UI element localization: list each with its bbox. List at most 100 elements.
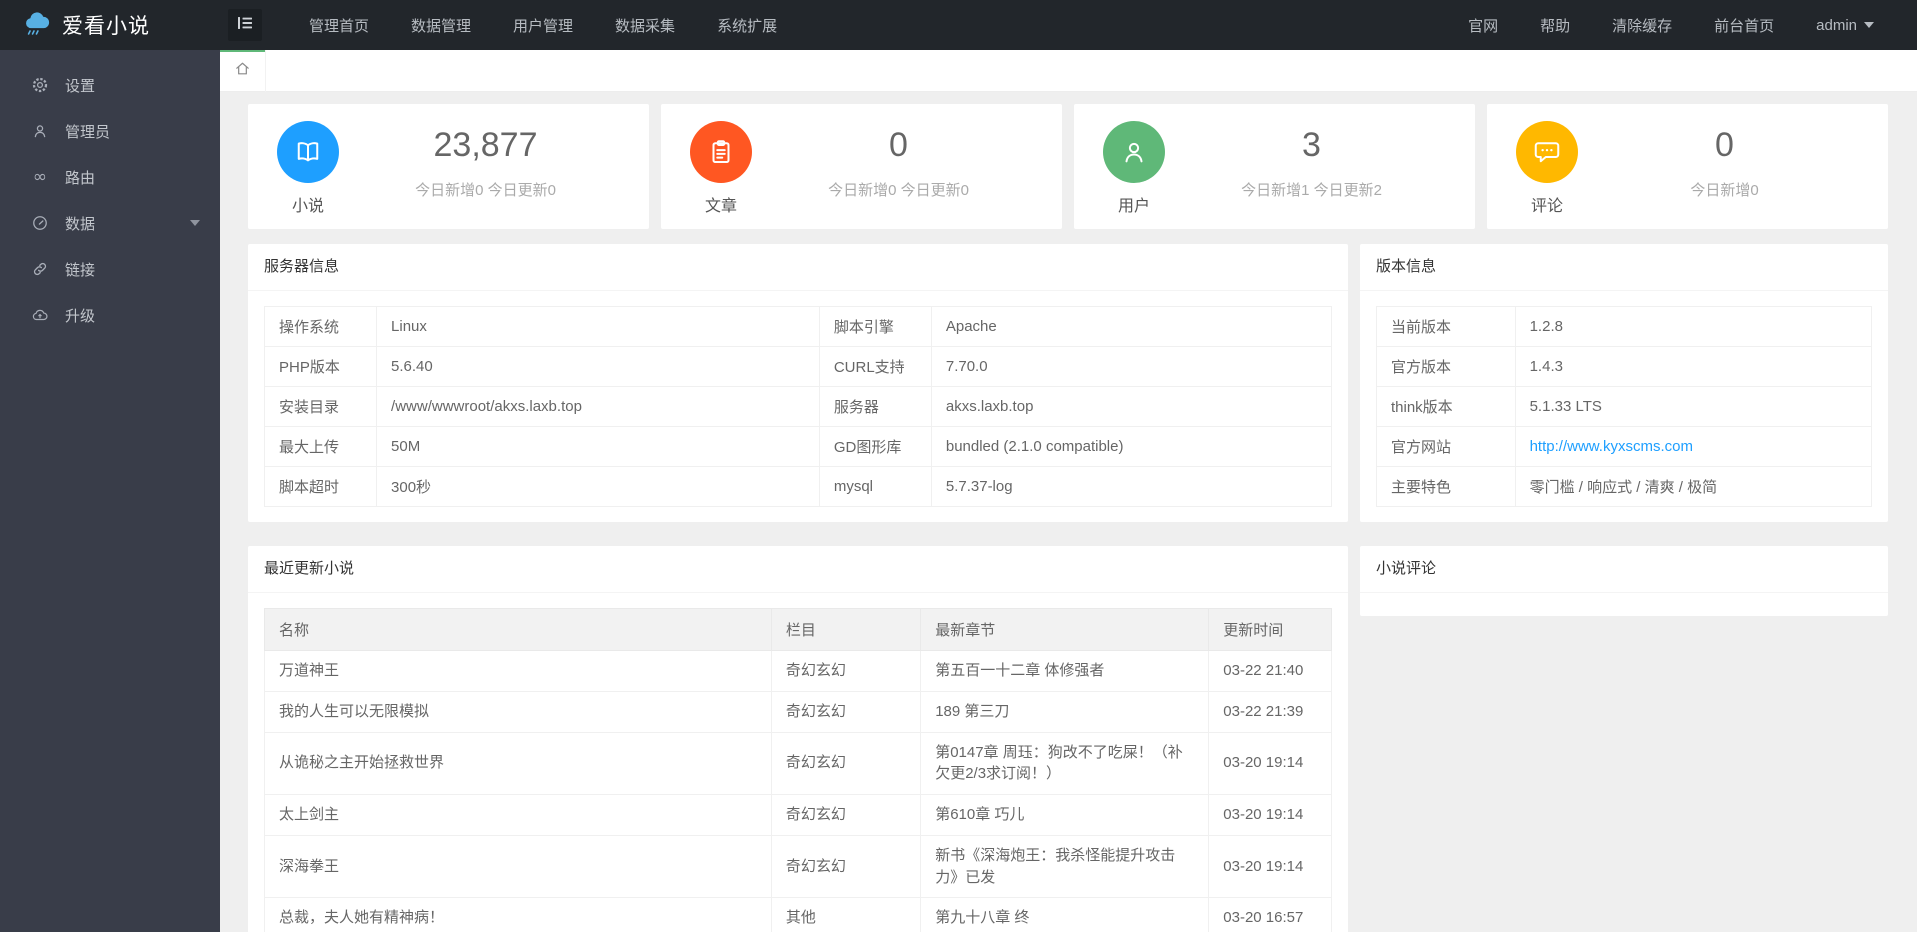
table-row: PHP版本 5.6.40 CURL支持 7.70.0 [263, 346, 1333, 387]
novel-update-time: 03-20 19:14 [1208, 731, 1332, 795]
nav-item-data-manage[interactable]: 数据管理 [390, 0, 492, 50]
info-label: 最大上传 [263, 426, 378, 467]
caret-down-icon [190, 220, 200, 226]
nav-item-official-site[interactable]: 官网 [1447, 0, 1519, 50]
sidebar-collapse-button[interactable] [228, 9, 262, 41]
user-dropdown[interactable]: admin [1795, 0, 1895, 50]
stat-card-users[interactable]: 用户 3 今日新增1 今日更新2 [1074, 104, 1475, 229]
nav-item-collect[interactable]: 数据采集 [594, 0, 696, 50]
sidebar-item-settings[interactable]: 设置 [0, 62, 220, 108]
novel-category: 奇幻玄幻 [770, 731, 922, 795]
novel-update-time: 03-22 21:39 [1208, 690, 1332, 733]
main-menu: 管理首页 数据管理 用户管理 数据采集 系统扩展 [288, 0, 798, 50]
right-column: 版本信息 当前版本 1.2.8 官方版本 1.4.3 think版本 5.1.3… [1360, 244, 1888, 640]
novel-update-time: 03-22 21:40 [1208, 650, 1332, 692]
nav-item-clear-cache[interactable]: 清除缓存 [1591, 0, 1693, 50]
novel-latest-chapter: 189 第三刀 [920, 690, 1210, 733]
book-icon [277, 121, 339, 183]
info-label: GD图形库 [818, 426, 932, 467]
sidebar-item-label: 管理员 [65, 123, 111, 141]
stat-card-right: 0 今日新增0 今日更新0 [757, 121, 1040, 219]
info-value: 1.2.8 [1514, 306, 1873, 347]
clipboard-icon [690, 121, 752, 183]
novel-name: 万道神王 [264, 650, 772, 692]
version-info-panel: 版本信息 当前版本 1.2.8 官方版本 1.4.3 think版本 5.1.3… [1360, 244, 1888, 522]
novel-name: 我的人生可以无限模拟 [264, 690, 772, 733]
sidebar-item-routes[interactable]: ∞ 路由 [0, 154, 220, 200]
recent-novels-panel: 最近更新小说 名称 栏目 最新章节 更新时间 万道神王 奇幻玄幻 第五百一十二章… [248, 546, 1348, 932]
table-row[interactable]: 深海拳王 奇幻玄幻 新书《深海炮王：我杀怪能提升攻击力》已发 03-20 19:… [264, 834, 1332, 899]
stat-card-label: 文章 [704, 198, 737, 215]
info-value: 300秒 [376, 466, 820, 507]
table-header-row: 名称 栏目 最新章节 更新时间 [264, 608, 1332, 651]
table-row: 安装目录 /www/wwwroot/akxs.laxb.top 服务器 akxs… [263, 386, 1333, 427]
brand[interactable]: 爱看小说 [0, 0, 220, 50]
novel-category: 奇幻玄幻 [770, 650, 922, 692]
column-header: 最新章节 [920, 608, 1210, 651]
info-label: 官方版本 [1376, 346, 1516, 387]
info-value: 50M [376, 426, 820, 467]
server-info-table: 操作系统 Linux 脚本引擎 Apache PHP版本 5.6.40 CURL… [263, 306, 1333, 507]
stat-card-value: 3 [1302, 126, 1321, 164]
main-area: 小说 23,877 今日新增0 今日更新0 文章 0 今日新增0 今日更新0 用… [220, 50, 1917, 932]
sidebar: 设置 管理员 ∞ 路由 数据 链接 升级 [0, 50, 220, 932]
official-website-link[interactable]: http://www.kyxscms.com [1530, 438, 1693, 455]
table-row[interactable]: 太上剑主 奇幻玄幻 第610章 巧儿 03-20 19:14 [264, 794, 1332, 836]
info-value: akxs.laxb.top [930, 386, 1333, 427]
table-row: 最大上传 50M GD图形库 bundled (2.1.0 compatible… [263, 426, 1333, 467]
info-value: http://www.kyxscms.com [1514, 426, 1873, 467]
stat-card-comments[interactable]: 评论 0 今日新增0 [1487, 104, 1888, 229]
table-row[interactable]: 万道神王 奇幻玄幻 第五百一十二章 体修强者 03-22 21:40 [264, 650, 1332, 692]
person-icon [1103, 121, 1165, 183]
admin-app: 爱看小说 管理首页 数据管理 用户管理 数据采集 系统扩展 官网 帮助 清除缓存 [0, 0, 1917, 932]
brand-title: 爱看小说 [62, 15, 150, 38]
info-label: PHP版本 [263, 346, 378, 387]
info-label: 当前版本 [1376, 306, 1516, 347]
table-row: 官方版本 1.4.3 [1376, 346, 1873, 387]
novel-category: 奇幻玄幻 [770, 834, 922, 899]
stat-card-articles[interactable]: 文章 0 今日新增0 今日更新0 [661, 104, 1062, 229]
tab-home[interactable] [220, 50, 266, 92]
novel-category: 其他 [770, 897, 922, 932]
novel-category: 奇幻玄幻 [770, 794, 922, 836]
column-header: 名称 [264, 608, 772, 651]
info-value: Apache [930, 306, 1333, 347]
stat-card-label: 评论 [1530, 198, 1563, 215]
table-row: 脚本超时 300秒 mysql 5.7.37-log [263, 466, 1333, 507]
sidebar-item-links[interactable]: 链接 [0, 246, 220, 292]
info-label: 安装目录 [263, 386, 378, 427]
nav-item-frontend-home[interactable]: 前台首页 [1693, 0, 1795, 50]
link-chain-icon [30, 259, 50, 279]
cloud-logo-icon [22, 8, 52, 43]
nav-item-extend[interactable]: 系统扩展 [696, 0, 798, 50]
stat-card-novels[interactable]: 小说 23,877 今日新增0 今日更新0 [248, 104, 649, 229]
info-value: 5.7.37-log [930, 466, 1333, 507]
nav-item-dashboard[interactable]: 管理首页 [288, 0, 390, 50]
table-row[interactable]: 从诡秘之主开始拯救世界 奇幻玄幻 第0147章 周珏：狗改不了吃屎！（补欠更2/… [264, 731, 1332, 795]
info-value: 零门槛 / 响应式 / 清爽 / 极简 [1514, 466, 1873, 507]
novel-category: 奇幻玄幻 [770, 690, 922, 733]
sidebar-item-data[interactable]: 数据 [0, 200, 220, 246]
stat-card-left: 用户 [1098, 121, 1170, 219]
sidebar-item-admins[interactable]: 管理员 [0, 108, 220, 154]
stat-card-right: 0 今日新增0 [1583, 121, 1866, 219]
table-row[interactable]: 总裁，夫人她有精神病！ 其他 第九十八章 终 03-20 16:57 [264, 897, 1332, 932]
user-icon [30, 121, 50, 141]
sidebar-item-label: 设置 [65, 77, 96, 95]
chat-bubble-icon [1516, 121, 1578, 183]
left-column: 服务器信息 操作系统 Linux 脚本引擎 Apache PHP版本 5.6.4… [248, 244, 1348, 932]
gear-icon [30, 75, 50, 95]
table-row: 当前版本 1.2.8 [1376, 306, 1873, 347]
column-header: 栏目 [770, 608, 922, 651]
panel-title: 服务器信息 [248, 244, 1348, 291]
home-icon [234, 60, 251, 82]
table-row[interactable]: 我的人生可以无限模拟 奇幻玄幻 189 第三刀 03-22 21:39 [264, 690, 1332, 733]
sidebar-item-label: 数据 [65, 215, 96, 233]
nav-item-help[interactable]: 帮助 [1519, 0, 1591, 50]
sidebar-item-upgrade[interactable]: 升级 [0, 292, 220, 338]
info-label: 官方网站 [1376, 426, 1516, 467]
panel-title: 版本信息 [1360, 244, 1888, 291]
stat-card-left: 小说 [272, 121, 344, 219]
novel-name: 总裁，夫人她有精神病！ [264, 897, 772, 932]
nav-item-user-manage[interactable]: 用户管理 [492, 0, 594, 50]
